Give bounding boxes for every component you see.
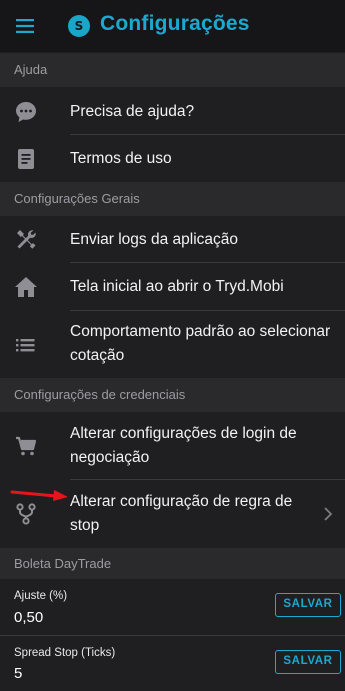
section-header-boleta-daytrade: Boleta DayTrade	[0, 548, 345, 579]
fork-icon	[13, 501, 39, 527]
field-value[interactable]: 0,50	[14, 609, 43, 626]
menu-item-help[interactable]: Precisa de ajuda?	[0, 88, 345, 135]
field-label: Ajuste (%)	[14, 590, 68, 602]
menu-item-label: Alterar configurações de login de negoci…	[70, 425, 297, 466]
hamburger-menu-icon[interactable]	[14, 14, 38, 38]
save-adjust-button[interactable]: SALVAR	[275, 593, 341, 617]
menu-item-label: Enviar logs da aplicação	[70, 231, 239, 248]
section-header-credenciais: Configurações de credenciais	[0, 378, 345, 412]
chevron-right-icon	[321, 505, 335, 523]
spread-stop-field: Spread Stop (Ticks) 5 SALVAR	[0, 636, 345, 691]
adjust-field: Ajuste (%) 0,50 SALVAR	[0, 579, 345, 636]
wrench-tools-icon	[13, 227, 39, 253]
section-header-ajuda: Ajuda	[0, 53, 345, 87]
cart-icon	[13, 433, 39, 459]
menu-item-send-logs[interactable]: Enviar logs da aplicação	[0, 216, 345, 263]
app-logo: S	[68, 15, 90, 37]
document-icon	[13, 146, 39, 172]
menu-item-login-settings[interactable]: Alterar configurações de login de negoci…	[0, 412, 345, 480]
list-icon	[13, 332, 39, 358]
app-header: S Configurações	[0, 0, 345, 52]
section-header-configuracoes-gerais: Configurações Gerais	[0, 182, 345, 216]
home-icon	[13, 274, 39, 300]
menu-item-label: Precisa de ajuda?	[70, 103, 195, 120]
menu-item-terms[interactable]: Termos de uso	[0, 135, 345, 182]
annotation-arrow	[10, 487, 70, 503]
menu-item-label: Termos de uso	[70, 150, 172, 167]
menu-item-label: Alterar configuração de regra de stop	[70, 493, 293, 534]
menu-item-default-quote-behavior[interactable]: Comportamento padrão ao selecionar cotaç…	[0, 311, 345, 378]
chat-bubble-icon	[13, 99, 39, 125]
field-value[interactable]: 5	[14, 665, 22, 682]
save-spread-stop-button[interactable]: SALVAR	[275, 650, 341, 674]
menu-item-home-screen[interactable]: Tela inicial ao abrir o Tryd.Mobi	[0, 263, 345, 311]
menu-item-label: Comportamento padrão ao selecionar cotaç…	[70, 323, 331, 364]
field-label: Spread Stop (Ticks)	[14, 647, 116, 659]
menu-item-label: Tela inicial ao abrir o Tryd.Mobi	[70, 278, 284, 295]
page-title: Configurações	[100, 12, 250, 35]
